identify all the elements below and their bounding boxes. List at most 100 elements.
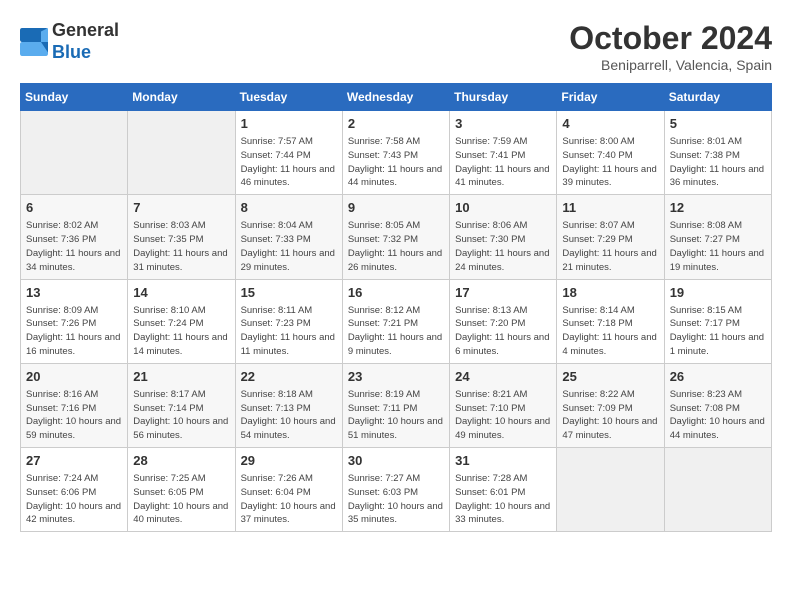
calendar-header-row: SundayMondayTuesdayWednesdayThursdayFrid… [21,84,772,111]
calendar-week-4: 20Sunrise: 8:16 AMSunset: 7:16 PMDayligh… [21,363,772,447]
day-info: Sunrise: 8:23 AMSunset: 7:08 PMDaylight:… [670,388,766,443]
calendar-table: SundayMondayTuesdayWednesdayThursdayFrid… [20,83,772,532]
location-subtitle: Beniparrell, Valencia, Spain [569,57,772,73]
day-info: Sunrise: 7:25 AMSunset: 6:05 PMDaylight:… [133,472,229,527]
calendar-cell: 14 Sunrise: 8:10 AMSunset: 7:24 PMDayligh… [128,279,235,363]
calendar-week-3: 13 Sunrise: 8:09 AMSunset: 7:26 PMDayligh… [21,279,772,363]
calendar-week-1: 1Sunrise: 7:57 AMSunset: 7:44 PMDaylight… [21,111,772,195]
calendar-cell: 6Sunrise: 8:02 AMSunset: 7:36 PMDaylight… [21,195,128,279]
day-number: 5 [670,115,766,133]
calendar-cell: 2 Sunrise: 7:58 AMSunset: 7:43 PMDaylight… [342,111,449,195]
calendar-cell: 3 Sunrise: 7:59 AMSunset: 7:41 PMDaylight… [450,111,557,195]
calendar-header-sunday: Sunday [21,84,128,111]
calendar-cell: 30Sunrise: 7:27 AMSunset: 6:03 PMDayligh… [342,448,449,532]
day-info: Sunrise: 8:19 AMSunset: 7:11 PMDaylight:… [348,388,444,443]
calendar-week-2: 6Sunrise: 8:02 AMSunset: 7:36 PMDaylight… [21,195,772,279]
day-info: Sunrise: 8:14 AMSunset: 7:18 PMDaylight:… [562,304,658,359]
calendar-cell: 9Sunrise: 8:05 AMSunset: 7:32 PMDaylight… [342,195,449,279]
day-info: Sunrise: 8:01 AMSunset: 7:38 PMDaylight:… [670,135,766,190]
day-info: Sunrise: 7:57 AMSunset: 7:44 PMDaylight:… [241,135,337,190]
day-number: 21 [133,368,229,386]
calendar-cell: 23Sunrise: 8:19 AMSunset: 7:11 PMDayligh… [342,363,449,447]
calendar-cell: 13 Sunrise: 8:09 AMSunset: 7:26 PMDayligh… [21,279,128,363]
day-info: Sunrise: 8:03 AMSunset: 7:35 PMDaylight:… [133,219,229,274]
day-number: 4 [562,115,658,133]
day-info: Sunrise: 8:11 AMSunset: 7:23 PMDaylight:… [241,304,337,359]
day-info: Sunrise: 7:24 AMSunset: 6:06 PMDaylight:… [26,472,122,527]
calendar-cell: 31 Sunrise: 7:28 AMSunset: 6:01 PMDayligh… [450,448,557,532]
day-info: Sunrise: 8:17 AMSunset: 7:14 PMDaylight:… [133,388,229,443]
calendar-cell: 22 Sunrise: 8:18 AMSunset: 7:13 PMDayligh… [235,363,342,447]
calendar-cell: 17 Sunrise: 8:13 AMSunset: 7:20 PMDayligh… [450,279,557,363]
calendar-cell [128,111,235,195]
day-info: Sunrise: 8:09 AMSunset: 7:26 PMDaylight:… [26,304,122,359]
page-header: General Blue October 2024 Beniparrell, V… [20,20,772,73]
day-info: Sunrise: 8:05 AMSunset: 7:32 PMDaylight:… [348,219,444,274]
day-info: Sunrise: 8:18 AMSunset: 7:13 PMDaylight:… [241,388,337,443]
calendar-cell [557,448,664,532]
calendar-cell: 21 Sunrise: 8:17 AMSunset: 7:14 PMDayligh… [128,363,235,447]
day-number: 31 [455,452,551,470]
day-info: Sunrise: 8:00 AMSunset: 7:40 PMDaylight:… [562,135,658,190]
day-info: Sunrise: 8:13 AMSunset: 7:20 PMDaylight:… [455,304,551,359]
day-info: Sunrise: 8:12 AMSunset: 7:21 PMDaylight:… [348,304,444,359]
day-info: Sunrise: 7:58 AMSunset: 7:43 PMDaylight:… [348,135,444,190]
day-info: Sunrise: 8:21 AMSunset: 7:10 PMDaylight:… [455,388,551,443]
calendar-cell: 26 Sunrise: 8:23 AMSunset: 7:08 PMDayligh… [664,363,771,447]
day-number: 26 [670,368,766,386]
calendar-cell: 27 Sunrise: 7:24 AMSunset: 6:06 PMDayligh… [21,448,128,532]
logo-icon [20,28,48,56]
month-title: October 2024 [569,20,772,57]
logo-text: General Blue [52,20,119,63]
day-number: 27 [26,452,122,470]
day-number: 17 [455,284,551,302]
day-number: 13 [26,284,122,302]
calendar-cell: 7 Sunrise: 8:03 AMSunset: 7:35 PMDaylight… [128,195,235,279]
calendar-week-5: 27 Sunrise: 7:24 AMSunset: 6:06 PMDayligh… [21,448,772,532]
calendar-header-thursday: Thursday [450,84,557,111]
day-number: 24 [455,368,551,386]
calendar-cell: 16 Sunrise: 8:12 AMSunset: 7:21 PMDayligh… [342,279,449,363]
day-number: 14 [133,284,229,302]
day-number: 19 [670,284,766,302]
day-info: Sunrise: 7:59 AMSunset: 7:41 PMDaylight:… [455,135,551,190]
calendar-header-monday: Monday [128,84,235,111]
day-number: 10 [455,199,551,217]
day-info: Sunrise: 7:28 AMSunset: 6:01 PMDaylight:… [455,472,551,527]
calendar-cell: 12Sunrise: 8:08 AMSunset: 7:27 PMDayligh… [664,195,771,279]
day-info: Sunrise: 8:10 AMSunset: 7:24 PMDaylight:… [133,304,229,359]
calendar-header-wednesday: Wednesday [342,84,449,111]
calendar-cell [21,111,128,195]
calendar-cell: 15 Sunrise: 8:11 AMSunset: 7:23 PMDayligh… [235,279,342,363]
day-number: 11 [562,199,658,217]
day-number: 25 [562,368,658,386]
calendar-cell: 18Sunrise: 8:14 AMSunset: 7:18 PMDayligh… [557,279,664,363]
day-number: 16 [348,284,444,302]
day-info: Sunrise: 8:08 AMSunset: 7:27 PMDaylight:… [670,219,766,274]
calendar-cell: 10 Sunrise: 8:06 AMSunset: 7:30 PMDayligh… [450,195,557,279]
day-number: 6 [26,199,122,217]
day-number: 7 [133,199,229,217]
day-number: 2 [348,115,444,133]
calendar-cell: 4 Sunrise: 8:00 AMSunset: 7:40 PMDaylight… [557,111,664,195]
calendar-cell: 24 Sunrise: 8:21 AMSunset: 7:10 PMDayligh… [450,363,557,447]
day-info: Sunrise: 8:06 AMSunset: 7:30 PMDaylight:… [455,219,551,274]
calendar-cell: 11Sunrise: 8:07 AMSunset: 7:29 PMDayligh… [557,195,664,279]
calendar-header-tuesday: Tuesday [235,84,342,111]
calendar-cell: 1Sunrise: 7:57 AMSunset: 7:44 PMDaylight… [235,111,342,195]
calendar-cell: 25 Sunrise: 8:22 AMSunset: 7:09 PMDayligh… [557,363,664,447]
day-number: 3 [455,115,551,133]
day-info: Sunrise: 8:15 AMSunset: 7:17 PMDaylight:… [670,304,766,359]
calendar-cell: 5 Sunrise: 8:01 AMSunset: 7:38 PMDaylight… [664,111,771,195]
day-info: Sunrise: 8:22 AMSunset: 7:09 PMDaylight:… [562,388,658,443]
day-number: 15 [241,284,337,302]
day-number: 8 [241,199,337,217]
day-number: 29 [241,452,337,470]
title-block: October 2024 Beniparrell, Valencia, Spai… [569,20,772,73]
logo: General Blue [20,20,119,63]
calendar-cell: 20Sunrise: 8:16 AMSunset: 7:16 PMDayligh… [21,363,128,447]
day-info: Sunrise: 8:04 AMSunset: 7:33 PMDaylight:… [241,219,337,274]
calendar-header-friday: Friday [557,84,664,111]
day-number: 30 [348,452,444,470]
day-number: 22 [241,368,337,386]
